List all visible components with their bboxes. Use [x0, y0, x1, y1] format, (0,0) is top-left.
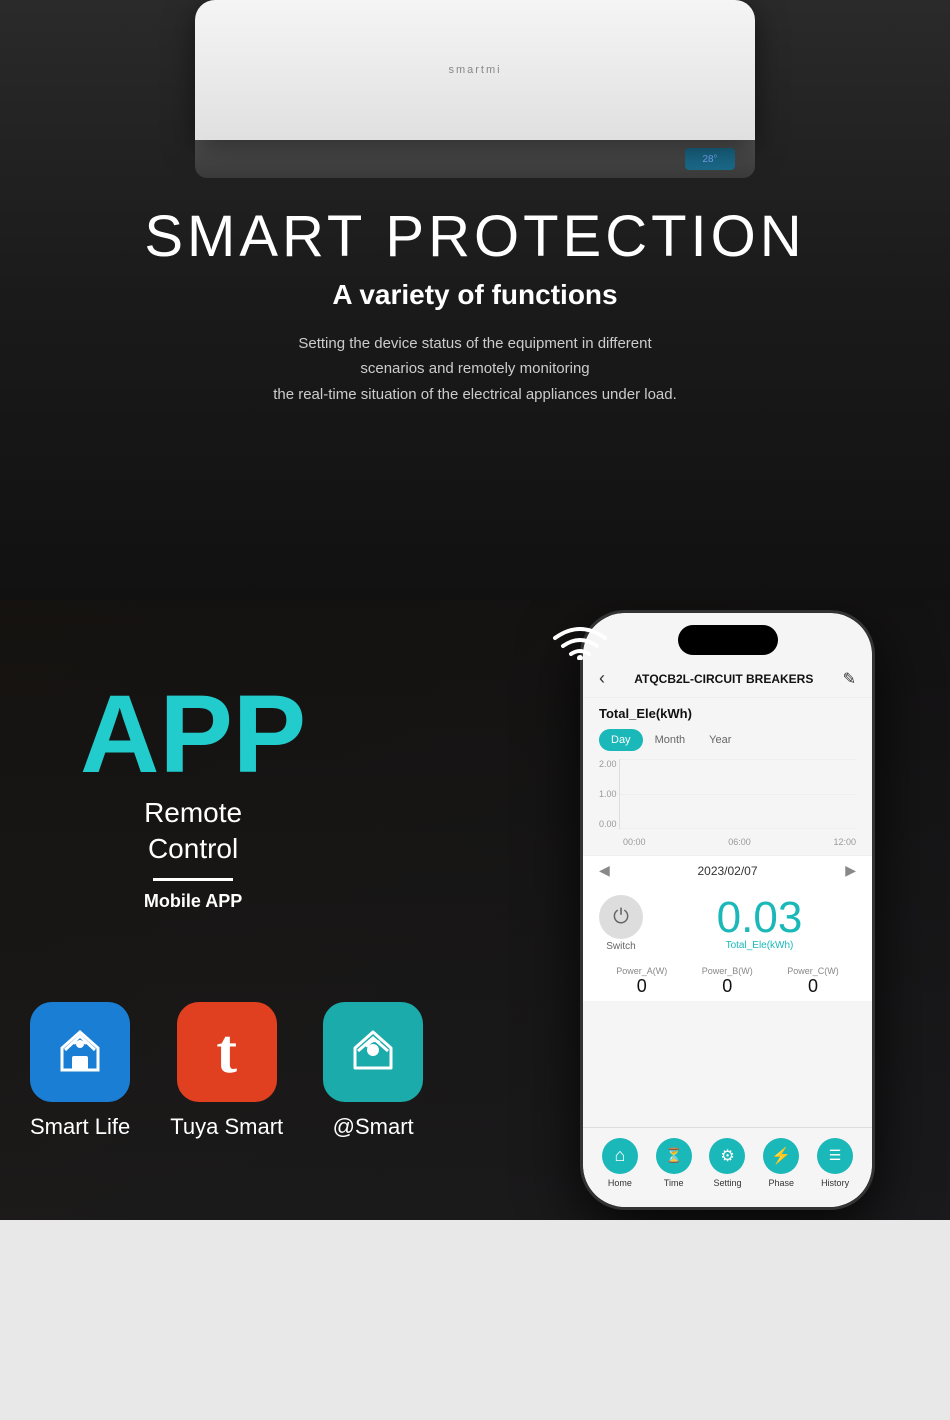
- switch-icon[interactable]: ⏻: [599, 895, 643, 939]
- home-nav-icon: ⌂: [602, 1138, 638, 1174]
- hero-text: SMART PROTECTION A variety of functions …: [124, 175, 825, 427]
- at-smart-label: @Smart: [333, 1114, 414, 1140]
- y-label-bottom: 0.00: [599, 819, 617, 829]
- power-item-b: Power_B(W) 0: [702, 966, 753, 997]
- top-section: smartmi 28° SMART PROTECTION A variety o…: [0, 0, 950, 600]
- wifi-svg: [550, 620, 610, 660]
- smart-life-icon-box: [30, 1002, 130, 1102]
- description: Setting the device status of the equipme…: [195, 331, 755, 408]
- phone-bottom-nav: ⌂ Home ⏳ Time ⚙ Setting ⚡ Phase: [583, 1127, 872, 1207]
- power-a-label: Power_A(W): [616, 966, 667, 976]
- phone-chart: 2.00 1.00 0.00 00:00 06:00 12:00: [583, 755, 872, 855]
- app-section: APP RemoteControl Mobile APP: [80, 680, 306, 912]
- phone-header-title: ATQCB2L-CIRCUIT BREAKERS: [634, 672, 813, 686]
- app-icon-item-at-smart[interactable]: @Smart: [323, 1002, 423, 1140]
- app-icon-item-tuya[interactable]: t Tuya Smart: [170, 1002, 283, 1140]
- phone-screen: ‹ ATQCB2L-CIRCUIT BREAKERS ✎ Total_Ele(k…: [583, 613, 872, 1207]
- x-label-1: 06:00: [728, 837, 751, 847]
- phone-tabs: Day Month Year: [583, 725, 872, 755]
- chart-x-labels: 00:00 06:00 12:00: [623, 837, 856, 847]
- sub-title: A variety of functions: [144, 279, 805, 311]
- app-remote-label: RemoteControl: [80, 795, 306, 868]
- power-c-label: Power_C(W): [787, 966, 839, 976]
- phone-date-nav: ◀ 2023/02/07 ▶: [583, 855, 872, 885]
- ac-body: smartmi: [195, 0, 755, 140]
- app-icons-row: Smart Life t Tuya Smart @Smart: [30, 1002, 423, 1140]
- date-prev-button[interactable]: ◀: [599, 862, 610, 879]
- tuya-label: Tuya Smart: [170, 1114, 283, 1140]
- chart-y-labels: 2.00 1.00 0.00: [599, 759, 617, 829]
- ac-display: 28°: [685, 148, 735, 170]
- setting-nav-label: Setting: [713, 1178, 741, 1188]
- energy-value-big: 0.03: [717, 896, 803, 940]
- power-a-value: 0: [616, 976, 667, 997]
- power-item-a: Power_A(W) 0: [616, 966, 667, 997]
- phone-container: ‹ ATQCB2L-CIRCUIT BREAKERS ✎ Total_Ele(k…: [580, 610, 890, 1210]
- history-nav-icon: ☰: [817, 1138, 853, 1174]
- bottom-section: [0, 1220, 950, 1420]
- phone-outer: ‹ ATQCB2L-CIRCUIT BREAKERS ✎ Total_Ele(k…: [580, 610, 875, 1210]
- tab-year[interactable]: Year: [697, 729, 743, 751]
- app-mobile-label: Mobile APP: [80, 891, 306, 912]
- chart-grid-line-mid: [620, 794, 856, 795]
- y-label-mid: 1.00: [599, 789, 617, 799]
- date-next-button[interactable]: ▶: [845, 862, 856, 879]
- chart-grid: [619, 759, 856, 829]
- nav-time[interactable]: ⏳ Time: [656, 1138, 692, 1188]
- phase-nav-icon: ⚡: [763, 1138, 799, 1174]
- ac-bottom: 28°: [195, 140, 755, 178]
- phase-nav-label: Phase: [769, 1178, 795, 1188]
- middle-section: APP RemoteControl Mobile APP Smart Life: [0, 600, 950, 1220]
- at-smart-icon-box: [323, 1002, 423, 1102]
- y-label-top: 2.00: [599, 759, 617, 769]
- at-smart-icon: [343, 1022, 403, 1082]
- power-b-label: Power_B(W): [702, 966, 753, 976]
- app-icon-item-smart-life[interactable]: Smart Life: [30, 1002, 130, 1140]
- energy-value-unit: Total_Ele(kWh): [726, 940, 794, 951]
- chart-grid-line-top: [620, 759, 856, 760]
- chart-grid-line-bottom: [620, 828, 856, 829]
- smart-life-label: Smart Life: [30, 1114, 130, 1140]
- x-label-0: 00:00: [623, 837, 646, 847]
- nav-home[interactable]: ⌂ Home: [602, 1138, 638, 1188]
- tuya-icon-box: t: [177, 1002, 277, 1102]
- setting-nav-icon: ⚙: [709, 1138, 745, 1174]
- power-b-value: 0: [702, 976, 753, 997]
- phone-edit-button[interactable]: ✎: [843, 669, 856, 689]
- power-item-c: Power_C(W) 0: [787, 966, 839, 997]
- smart-life-icon: [50, 1022, 110, 1082]
- nav-history[interactable]: ☰ History: [817, 1138, 853, 1188]
- tab-month[interactable]: Month: [643, 729, 698, 751]
- home-nav-label: Home: [608, 1178, 632, 1188]
- switch-label: Switch: [606, 941, 635, 952]
- ac-unit: smartmi 28°: [195, 0, 755, 175]
- nav-setting[interactable]: ⚙ Setting: [709, 1138, 745, 1188]
- switch-column: ⏻ Switch: [599, 895, 643, 952]
- date-display: 2023/02/07: [697, 864, 757, 878]
- history-nav-label: History: [821, 1178, 849, 1188]
- time-nav-icon: ⏳: [656, 1138, 692, 1174]
- energy-value-column: 0.03 Total_Ele(kWh): [663, 896, 856, 951]
- app-big-text: APP: [80, 680, 306, 790]
- dynamic-island: [678, 625, 778, 655]
- phone-power-row: Power_A(W) 0 Power_B(W) 0 Power_C(W) 0: [583, 958, 872, 1001]
- ac-brand-label: smartmi: [448, 64, 501, 76]
- app-divider: [153, 878, 233, 881]
- nav-phase[interactable]: ⚡ Phase: [763, 1138, 799, 1188]
- time-nav-label: Time: [664, 1178, 684, 1188]
- phone-back-button[interactable]: ‹: [599, 668, 605, 689]
- power-c-value: 0: [787, 976, 839, 997]
- phone-energy-label: Total_Ele(kWh): [583, 698, 872, 725]
- main-title: SMART PROTECTION: [144, 205, 805, 269]
- x-label-2: 12:00: [833, 837, 856, 847]
- wifi-icon: [550, 620, 610, 665]
- phone-main-values: ⏻ Switch 0.03 Total_Ele(kWh): [583, 885, 872, 958]
- tab-day[interactable]: Day: [599, 729, 643, 751]
